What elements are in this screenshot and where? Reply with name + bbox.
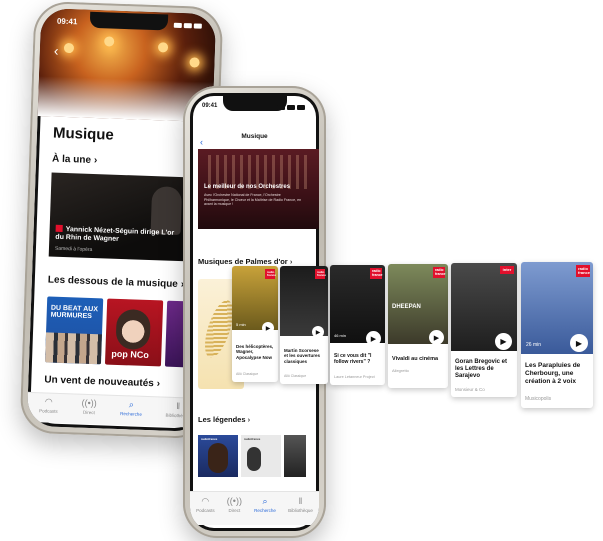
thumbnail-text: DHEEPAN — [392, 304, 421, 310]
episode-title: Des hélicoptères, Wagner, Apocalypse Now — [236, 344, 274, 360]
episode-title: Martin Scorsese et les ouvertures classi… — [284, 348, 321, 364]
tab-podcasts[interactable]: ◠ Podcasts — [39, 396, 58, 413]
featured-card[interactable]: Le meilleur de nos Orchestres Avec l'Orc… — [198, 149, 319, 229]
radiofrance-badge: radio france — [433, 267, 446, 278]
radiofrance-badge: radio france — [370, 268, 383, 279]
episode-title: Vivaldi au cinéma — [392, 356, 439, 362]
featured-title: Le meilleur de nos Orchestres — [204, 184, 291, 190]
inter-badge: inter — [500, 266, 514, 274]
section-legendes-label: Les légendes — [198, 415, 246, 424]
chevron-right-icon: › — [247, 415, 251, 424]
legendes-carousel: radiofrance radiofrance — [198, 435, 306, 477]
episode-card[interactable]: radio france 46 min ▶ Si ce vous dit "I … — [330, 265, 385, 385]
episode-subtitle: Allô Classique — [284, 374, 307, 378]
status-time: 09:41 — [202, 103, 218, 109]
episode-title: Goran Bregovic et les Lettres de Sarajev… — [455, 359, 508, 380]
section-header-legendes[interactable]: Les légendes › — [198, 415, 250, 424]
episode-subtitle: Allegretto — [392, 368, 409, 373]
episode-card[interactable]: radio france 26 min ▶ Les Parapluies de … — [521, 262, 593, 408]
tab-recherche[interactable]: ⌕ Recherche — [254, 496, 276, 514]
tab-bibliotheque[interactable]: ‖ Bibliothèque — [288, 496, 313, 514]
library-icon: ‖ — [298, 496, 303, 506]
episode-card[interactable]: radio france ▶ Martin Scorsese et les ou… — [280, 266, 328, 384]
section-header-nouveautes[interactable]: Un vent de nouveautés › — [44, 374, 160, 389]
radiofrance-badge: radio france — [576, 265, 591, 277]
episode-subtitle: Laure Letanneur Project — [334, 375, 375, 379]
chevron-right-icon: › — [93, 155, 98, 167]
episode-subtitle: Monsieur & Co — [455, 387, 485, 392]
header-title: Musique — [241, 133, 268, 140]
podcast-card[interactable]: DU BEAT AUX MURMURES — [44, 296, 104, 365]
headphones-icon: ◠ — [201, 496, 210, 506]
podcast-card[interactable]: pop NCo — [104, 298, 164, 367]
search-icon: ⌕ — [262, 496, 268, 506]
back-chevron-icon[interactable]: ‹ — [54, 43, 59, 59]
tab-podcasts[interactable]: ◠ Podcasts — [196, 496, 215, 514]
podcast-card-image — [115, 308, 151, 351]
play-icon[interactable]: ▶ — [366, 331, 381, 346]
chevron-right-icon: › — [289, 257, 293, 266]
radiofrance-logo: radiofrance — [244, 437, 261, 441]
podcast-card-title: pop NCo — [111, 348, 149, 361]
dessous-carousel: DU BEAT AUX MURMURES pop NCo — [44, 296, 188, 368]
legend-card[interactable]: radiofrance — [241, 435, 281, 477]
radiofrance-logo-icon — [55, 224, 63, 232]
radio-waves-icon: ((•)) — [226, 496, 242, 506]
podcast-card-image — [44, 332, 102, 365]
search-icon: ⌕ — [128, 399, 135, 410]
episode-duration: 46 min — [334, 333, 347, 338]
episode-duration: 5 min — [236, 322, 246, 327]
episode-card[interactable]: radio france 5 min ▶ Des hélicoptères, W… — [232, 266, 278, 382]
play-icon[interactable]: ▶ — [429, 330, 444, 345]
episode-title: Si ce vous dit "I follow rivers" ? — [334, 353, 372, 365]
radio-waves-icon: ((•)) — [81, 397, 97, 409]
tab-direct[interactable]: ((•)) Direct — [226, 496, 242, 514]
section-nouveautes-label: Un vent de nouveautés — [44, 374, 154, 390]
tab-bar: ◠ Podcasts ((•)) Direct ⌕ Recherche ‖ Biblio… — [26, 391, 203, 428]
play-icon[interactable]: ▶ — [262, 322, 274, 334]
library-icon: ‖ — [176, 401, 181, 412]
status-time: 09:41 — [56, 16, 78, 27]
play-icon[interactable]: ▶ — [570, 334, 588, 352]
tab-direct[interactable]: ((•)) Direct — [81, 397, 97, 416]
page-title: Musique — [52, 124, 115, 144]
featured-description: Avec l'Orchestre National de France, l'O… — [204, 193, 302, 207]
play-icon[interactable]: ▶ — [312, 326, 324, 338]
featured-subtitle: Samedi à l'opéra — [54, 245, 93, 253]
legend-card[interactable]: radiofrance — [198, 435, 238, 477]
radiofrance-badge: radio france — [315, 269, 327, 279]
episode-title: Les Parapluies de Cherbourg, une créatio… — [525, 362, 581, 385]
section-header-dessous[interactable]: Les dessous de la musique› — [48, 274, 185, 290]
episode-subtitle: Musicopolis — [525, 396, 552, 402]
episode-card[interactable]: inter ▶ Goran Bregovic et les Lettres de… — [451, 263, 517, 397]
section-palmes-label: Musiques de Palmes d'or — [198, 257, 288, 266]
play-icon[interactable]: ▶ — [495, 333, 512, 350]
status-bar: 09:41 — [190, 103, 319, 115]
podcast-card-title: DU BEAT AUX MURMURES — [50, 304, 99, 321]
legend-card[interactable] — [284, 435, 306, 477]
chevron-right-icon: › — [156, 378, 161, 390]
headphones-icon: ◠ — [44, 396, 53, 407]
section-dessous-label: Les dessous de la musique — [47, 274, 179, 291]
section-une-label: À la une — [51, 153, 92, 166]
section-header-une[interactable]: À la une › — [52, 154, 98, 167]
radiofrance-badge: radio france — [265, 269, 277, 279]
radiofrance-logo: radiofrance — [201, 437, 218, 441]
tab-recherche[interactable]: ⌕ Recherche — [120, 399, 142, 416]
episode-card[interactable]: radio france DHEEPAN ▶ Vivaldi au cinéma… — [388, 264, 448, 388]
episode-duration: 26 min — [526, 342, 542, 348]
tab-bar: ◠ Podcasts ((•)) Direct ⌕ Recherche ‖ Biblio… — [190, 491, 319, 525]
section-header-palmes[interactable]: Musiques de Palmes d'or › — [198, 257, 292, 266]
featured-title: Yannick Nézet-Séguin dirige L'or du Rhin… — [55, 225, 175, 244]
episode-subtitle: Allô Classique — [236, 372, 259, 376]
